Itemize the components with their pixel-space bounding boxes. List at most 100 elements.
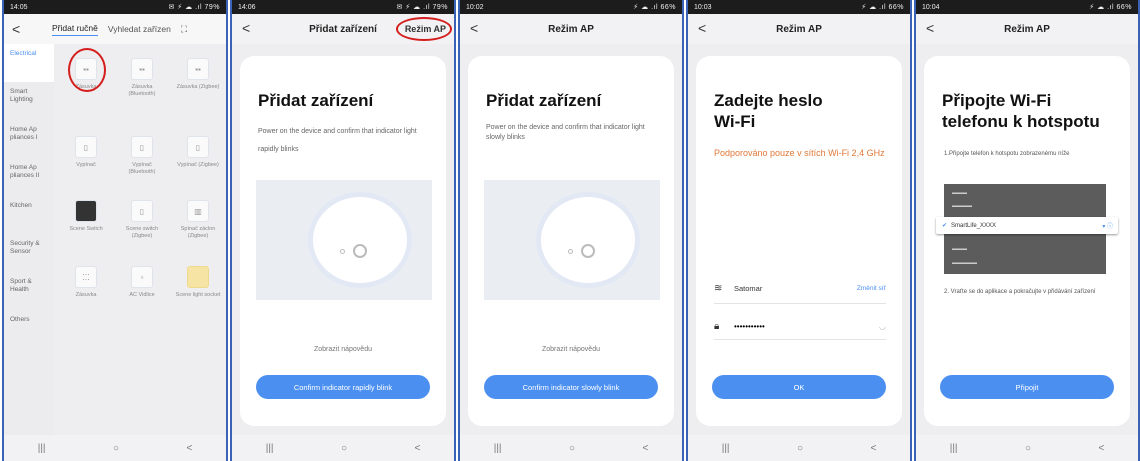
device-label: Zásuvka (Bluetooth) (128, 84, 156, 97)
home-icon[interactable]: ○ (341, 443, 347, 454)
sidebar-item-others[interactable]: Others (4, 310, 54, 348)
phone-screen-add-manually: 14:05 ✉ ⚡ ☁ .ıl 79% < Přidat ručně Vyhle… (2, 0, 228, 461)
back-nav-icon[interactable]: < (186, 443, 192, 454)
back-nav-icon[interactable]: < (414, 443, 420, 454)
sidebar-item-home-appliances-2[interactable]: Home Ap pliances II (4, 158, 54, 196)
device-ac-plug[interactable]: ▫ AC Vidlice (118, 266, 166, 299)
home-icon[interactable]: ○ (797, 443, 803, 454)
recents-icon[interactable]: ||| (494, 443, 502, 454)
status-bar: 10:04 ⚡ ☁ .ıl 66% (916, 0, 1138, 14)
connect-button[interactable]: Připojit (940, 375, 1114, 399)
category-sidebar: Electrical Smart Lighting Home Ap plianc… (4, 44, 54, 435)
light-socket-icon (187, 266, 209, 288)
device-label: Vypínač (Bluetooth) (128, 162, 156, 175)
top-nav: < Režim AP (460, 14, 682, 44)
page-title: Režim AP (776, 23, 822, 35)
device-switch[interactable]: ▯ Vypínač (62, 136, 110, 169)
switch-icon: ▯ (131, 200, 153, 222)
page-title: Režim AP (1004, 23, 1050, 35)
back-icon[interactable]: < (470, 20, 478, 36)
scan-icon[interactable]: ⛶ (181, 24, 187, 35)
device-power-strip[interactable]: ⁚⁚⁚ Zásuvka (62, 266, 110, 299)
device-scene-switch[interactable]: Scene Switch (62, 200, 110, 233)
android-nav-bar: ||| ○ < (4, 435, 226, 461)
status-time: 10:04 (922, 3, 940, 11)
instruction-text: Power on the device and confirm that ind… (258, 128, 417, 154)
recents-icon[interactable]: ||| (266, 443, 274, 454)
content-card: Přidat zařízení Power on the device and … (468, 56, 674, 426)
back-icon[interactable]: < (12, 21, 52, 37)
page-title: Režim AP (548, 23, 594, 35)
back-icon[interactable]: < (698, 20, 706, 36)
back-nav-icon[interactable]: < (642, 443, 648, 454)
back-icon[interactable]: < (242, 20, 250, 36)
recents-icon[interactable]: ||| (950, 443, 958, 454)
android-nav-bar: ||| ○ < (460, 435, 682, 461)
device-label: Vypínač (76, 162, 96, 168)
top-nav: < Režim AP (688, 14, 910, 44)
status-time: 14:05 (10, 3, 28, 11)
recents-icon[interactable]: ||| (722, 443, 730, 454)
status-icons: ✉ ⚡ ☁ .ıl 79% (396, 4, 448, 11)
content-card: Zadejte heslo Wi-Fi Podporováno pouze v … (696, 56, 902, 426)
device-scene-switch-zigbee[interactable]: ▯ Scene switch (Zigbee) (118, 200, 166, 239)
phone-screen-ap-mode-blink: 10:02 ⚡ ☁ .ıl 66% < Režim AP Přidat zaří… (458, 0, 684, 461)
device-curtain-switch[interactable]: ▥ Spínač záclon (Zigbee) (174, 200, 222, 239)
password-row: 🔒︎ ◡ (714, 321, 886, 340)
wifi-icon: ≋ (714, 283, 723, 294)
device-label: Scene Switch (69, 226, 103, 232)
status-time: 14:06 (238, 3, 256, 11)
android-nav-bar: ||| ○ < (232, 435, 454, 461)
phone-screen-add-device: 14:06 ✉ ⚡ ☁ .ıl 79% < Přidat zařízení Re… (230, 0, 456, 461)
back-nav-icon[interactable]: < (870, 443, 876, 454)
sidebar-item-home-appliances-1[interactable]: Home Ap pliances I (4, 120, 54, 158)
sidebar-item-kitchen[interactable]: Kitchen (4, 196, 54, 234)
device-grid: ▪▪ Zásuvka ▪▪ Zásuvka (Bluetooth) ▪▪ Zás… (62, 48, 222, 358)
help-link[interactable]: Zobrazit nápovědu (468, 346, 674, 353)
content-card: Připojte Wi-Fi telefonu k hotspotu 1.Při… (924, 56, 1130, 426)
back-nav-icon[interactable]: < (1098, 443, 1104, 454)
power-strip-icon: ⁚⁚⁚ (75, 266, 97, 288)
wifi-signal-icon: ▾ ⓘ (1102, 224, 1113, 230)
show-password-icon[interactable]: ◡ (879, 322, 886, 331)
highlight-ring (68, 48, 106, 92)
device-label: Vypínač (Zigbee) (177, 162, 219, 168)
tab-add-manually[interactable]: Přidat ručně (52, 23, 98, 36)
ok-button[interactable]: OK (712, 375, 886, 399)
tab-scan[interactable]: Vyhledat zařízen (108, 24, 171, 34)
power-button-icon (581, 244, 595, 258)
sidebar-item-sport[interactable]: Sport & Health (4, 272, 54, 310)
change-network-link[interactable]: Změnit síť (857, 285, 886, 292)
top-nav: < Režim AP (916, 14, 1138, 44)
password-field[interactable] (734, 322, 880, 331)
device-illustration (256, 180, 432, 300)
device-label: Scene switch (Zigbee) (125, 226, 159, 239)
confirm-blink-button[interactable]: Confirm indicator rapidly blink (256, 375, 430, 399)
device-switch-zigbee[interactable]: ▯ Vypínač (Zigbee) (174, 136, 222, 169)
hotspot-ssid: SmartLife_XXXX (951, 222, 997, 229)
status-bar: 10:03 ⚡ ☁ .ıl 66% (688, 0, 910, 14)
home-icon[interactable]: ○ (113, 443, 119, 454)
home-icon[interactable]: ○ (1025, 443, 1031, 454)
help-link[interactable]: Zobrazit nápovědu (240, 346, 446, 353)
device-socket-bluetooth[interactable]: ▪▪ Zásuvka (Bluetooth) (118, 58, 166, 97)
tab-bar: < Přidat ručně Vyhledat zařízen ⛶ (4, 14, 226, 44)
device-switch-bluetooth[interactable]: ▯ Vypínač (Bluetooth) (118, 136, 166, 175)
device-socket-zigbee[interactable]: ▪▪ Zásuvka (Zigbee) (174, 58, 222, 91)
device-label: Spínač záclon (Zigbee) (180, 226, 216, 239)
sidebar-item-security[interactable]: Security & Sensor (4, 234, 54, 272)
hotspot-entry: ✔ SmartLife_XXXX ▾ ⓘ (936, 217, 1118, 234)
home-icon[interactable]: ○ (569, 443, 575, 454)
device-light-socket[interactable]: Scene light socket (174, 266, 222, 299)
sidebar-item-smart-lighting[interactable]: Smart Lighting (4, 82, 54, 120)
check-icon: ✔ (942, 223, 948, 229)
device-ring (308, 192, 412, 288)
back-icon[interactable]: < (926, 20, 934, 36)
confirm-blink-button[interactable]: Confirm indicator slowly blink (484, 375, 658, 399)
recents-icon[interactable]: ||| (38, 443, 46, 454)
sidebar-item-electrical[interactable]: Electrical (4, 44, 54, 82)
card-heading: Připojte Wi-Fi telefonu k hotspotu (942, 91, 1100, 132)
instruction-text: Power on the device and confirm that ind… (486, 124, 645, 142)
power-button-icon (353, 244, 367, 258)
status-bar: 14:06 ✉ ⚡ ☁ .ıl 79% (232, 0, 454, 14)
